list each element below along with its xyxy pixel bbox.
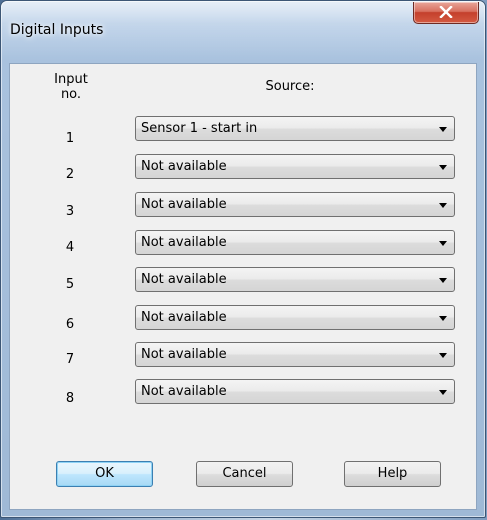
- dialog-client-area: Input no. Source: 1 Sensor 1 - start in …: [9, 63, 477, 510]
- dropdown-arrow-icon: [439, 353, 447, 358]
- input-number-8: 8: [65, 391, 75, 406]
- window-title: Digital Inputs: [10, 22, 104, 38]
- source-select-3[interactable]: Not available: [135, 192, 455, 217]
- source-select-value: Not available: [141, 272, 227, 287]
- source-select-4[interactable]: Not available: [135, 230, 455, 255]
- source-select-value: Not available: [141, 235, 227, 250]
- input-number-3: 3: [65, 204, 75, 219]
- input-number-7: 7: [65, 352, 75, 367]
- source-select-value: Not available: [141, 347, 227, 362]
- source-select-value: Not available: [141, 197, 227, 212]
- dropdown-arrow-icon: [439, 165, 447, 170]
- close-icon: [439, 6, 453, 18]
- source-select-1[interactable]: Sensor 1 - start in: [135, 116, 455, 141]
- dropdown-arrow-icon: [439, 127, 447, 132]
- dialog-window: Digital Inputs Input no. Source: 1 Senso…: [0, 0, 486, 518]
- input-number-5: 5: [65, 277, 75, 292]
- source-select-7[interactable]: Not available: [135, 342, 455, 367]
- source-select-value: Not available: [141, 159, 227, 174]
- help-button[interactable]: Help: [344, 461, 441, 487]
- input-number-4: 4: [65, 240, 75, 255]
- source-select-2[interactable]: Not available: [135, 154, 455, 179]
- close-button[interactable]: [413, 2, 479, 24]
- input-number-1: 1: [65, 131, 75, 146]
- source-select-5[interactable]: Not available: [135, 267, 455, 292]
- cancel-button[interactable]: Cancel: [196, 461, 293, 487]
- source-select-value: Not available: [141, 310, 227, 325]
- input-number-6: 6: [65, 317, 75, 332]
- input-no-header: Input no.: [54, 72, 88, 102]
- input-number-2: 2: [65, 167, 75, 182]
- dropdown-arrow-icon: [439, 278, 447, 283]
- source-select-8[interactable]: Not available: [135, 379, 455, 404]
- dropdown-arrow-icon: [439, 241, 447, 246]
- dropdown-arrow-icon: [439, 203, 447, 208]
- source-select-value: Sensor 1 - start in: [141, 121, 258, 136]
- source-header: Source:: [265, 79, 315, 94]
- ok-button[interactable]: OK: [56, 461, 153, 487]
- source-select-6[interactable]: Not available: [135, 305, 455, 330]
- dropdown-arrow-icon: [439, 390, 447, 395]
- dropdown-arrow-icon: [439, 316, 447, 321]
- source-select-value: Not available: [141, 384, 227, 399]
